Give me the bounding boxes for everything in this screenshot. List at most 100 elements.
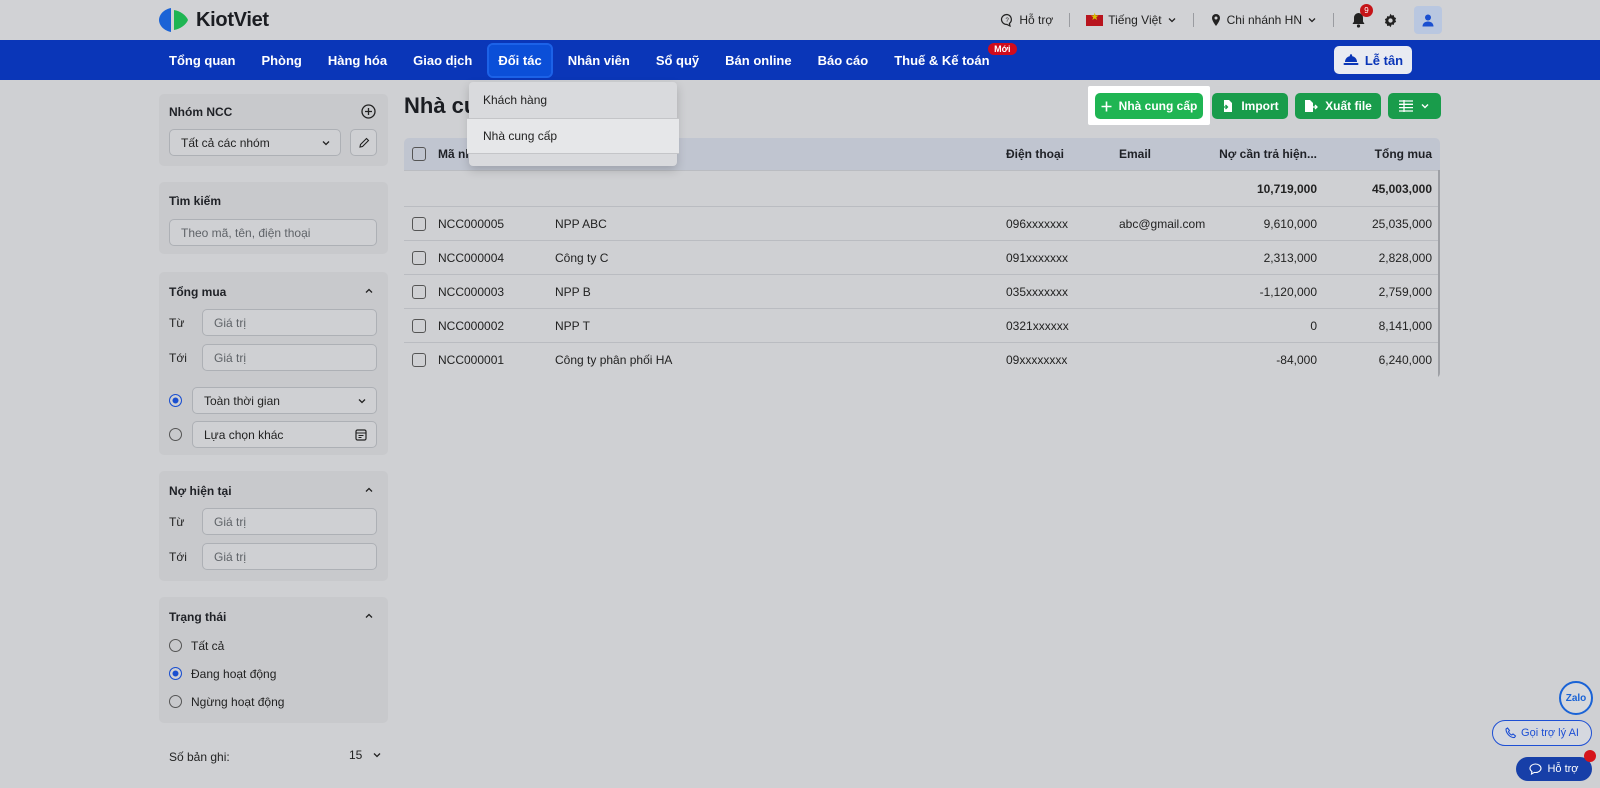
total-purchase-title: Tổng mua	[169, 285, 227, 299]
cell-debt: -84,000	[1276, 352, 1317, 367]
cell-phone: 09xxxxxxxx	[1006, 352, 1068, 367]
vietnam-flag-icon	[1086, 12, 1104, 26]
reception-button[interactable]: Lễ tân	[1334, 46, 1412, 74]
chevron-down-icon	[358, 399, 366, 404]
nav-phong[interactable]: Phòng	[248, 40, 314, 80]
cell-name: NPP T	[555, 318, 590, 333]
phone-call-icon	[1505, 727, 1517, 739]
table-row[interactable]: NCC000002 NPP T 0321xxxxxx 0 8,141,000	[404, 308, 1440, 342]
row-checkbox[interactable]	[412, 318, 426, 333]
ai-assistant-button[interactable]: Gọi trợ lý AI	[1492, 720, 1592, 746]
custom-range-field[interactable]: Lựa chọn khác	[192, 421, 377, 448]
cell-debt: -1,120,000	[1259, 284, 1317, 299]
cell-code: NCC000005	[438, 216, 505, 231]
status-all-radio[interactable]	[169, 639, 182, 652]
nav-ban-online[interactable]: Bán online	[712, 40, 804, 80]
location-pin-icon	[1211, 14, 1220, 26]
zalo-label: Zalo	[1565, 692, 1587, 704]
import-button[interactable]: Import	[1212, 93, 1288, 119]
table-row[interactable]: NCC000005 NPP ABC 096xxxxxxx abc@gmail.c…	[404, 206, 1440, 240]
help-chat-button[interactable]: Hỗ trợ	[1516, 757, 1592, 781]
chevron-up-icon[interactable]	[364, 485, 374, 495]
zalo-chat-button[interactable]: Zalo	[1559, 681, 1593, 715]
value-placeholder: Giá trị	[214, 549, 247, 564]
status-active-radio[interactable]	[169, 667, 182, 680]
row-checkbox[interactable]	[412, 216, 426, 231]
nav-giao-dich[interactable]: Giao dịch	[400, 40, 485, 80]
edit-group-button[interactable]	[350, 129, 377, 156]
select-all-checkbox[interactable]	[412, 147, 426, 161]
pencil-icon	[358, 137, 369, 148]
reception-label: Lễ tân	[1364, 52, 1404, 68]
nav-tong-quan[interactable]: Tổng quan	[156, 40, 248, 80]
cell-phone: 096xxxxxxx	[1006, 216, 1069, 231]
header-debt[interactable]: Nợ cần trả hiện...	[1184, 138, 1317, 170]
notification-button[interactable]: 9	[1348, 4, 1373, 30]
nav-nhan-vien[interactable]: Nhân viên	[555, 40, 643, 80]
nav-doi-tac[interactable]: Đối tác	[485, 40, 555, 80]
menu-item-suppliers[interactable]: Nhà cung cấp	[467, 118, 679, 154]
table-row[interactable]: NCC000004 Công ty C 091xxxxxxx 2,313,000…	[404, 240, 1440, 274]
column-options-button[interactable]	[1388, 93, 1441, 119]
add-supplier-button[interactable]: Nhà cung cấp	[1095, 93, 1203, 119]
cell-name: NPP B	[555, 284, 591, 299]
records-per-page-select[interactable]: 15	[349, 748, 382, 762]
nav-label: Giao dịch	[413, 52, 473, 68]
cell-phone: 091xxxxxxx	[1006, 250, 1069, 265]
branch-selector[interactable]: Chi nhánh HN	[1194, 13, 1334, 27]
header-email[interactable]: Email	[1119, 138, 1151, 170]
cell-debt: 9,610,000	[1263, 216, 1317, 231]
table-scrollbar[interactable]	[1438, 170, 1440, 378]
cell-name: Công ty phân phối HA	[555, 352, 673, 367]
row-checkbox[interactable]	[412, 352, 426, 367]
summary-row: 10,719,000 45,003,000	[404, 170, 1440, 206]
debt-from-input[interactable]: Giá trị	[202, 508, 377, 535]
status-title: Trạng thái	[169, 610, 227, 624]
nav-hang-hoa[interactable]: Hàng hóa	[315, 40, 400, 80]
gear-icon	[1384, 13, 1396, 27]
header-phone[interactable]: Điện thoại	[1006, 138, 1064, 170]
export-label: Xuất file	[1325, 99, 1372, 113]
custom-range-radio[interactable]	[169, 428, 182, 441]
menu-item-customers[interactable]: Khách hàng	[469, 82, 677, 118]
add-supplier-label: Nhà cung cấp	[1118, 99, 1198, 113]
chevron-down-icon	[1168, 18, 1176, 23]
table-row[interactable]: NCC000003 NPP B 035xxxxxxx -1,120,000 2,…	[404, 274, 1440, 308]
summary-debt: 10,719,000	[1256, 181, 1317, 196]
table-row[interactable]: NCC000001 Công ty phân phối HA 09xxxxxxx…	[404, 342, 1440, 376]
cell-total: 6,240,000	[1378, 352, 1432, 367]
total-purchase-from-input[interactable]: Giá trị	[202, 309, 377, 336]
search-input[interactable]: Theo mã, tên, điện thoại	[169, 219, 377, 246]
status-inactive-radio[interactable]	[169, 695, 182, 708]
nav-label: Thuế & Kế toán	[894, 52, 990, 68]
menu-item-label: Nhà cung cấp	[483, 129, 558, 143]
kiotviet-logo[interactable]: KiotViet	[158, 6, 269, 34]
total-purchase-panel: Tổng mua Từ Giá trị Tới Giá trị Toàn thờ…	[159, 272, 388, 455]
row-checkbox[interactable]	[412, 284, 426, 299]
time-range-select[interactable]: Toàn thời gian	[192, 387, 377, 414]
cell-total: 8,141,000	[1378, 318, 1432, 333]
chat-icon: ?	[1001, 13, 1013, 27]
support-link[interactable]: ? Hỗ trợ	[984, 13, 1071, 27]
user-avatar[interactable]	[1414, 6, 1442, 34]
nav-bao-cao[interactable]: Báo cáo	[805, 40, 882, 80]
support-label: Hỗ trợ	[1019, 13, 1054, 27]
nav-label: Nhân viên	[567, 52, 630, 68]
all-time-radio[interactable]	[169, 394, 182, 407]
debt-to-input[interactable]: Giá trị	[202, 543, 377, 570]
settings-button[interactable]	[1380, 10, 1400, 30]
status-inactive-label: Ngừng hoạt động	[191, 695, 285, 709]
help-notification-dot	[1584, 750, 1596, 762]
row-checkbox[interactable]	[412, 250, 426, 265]
header-total-purchase[interactable]: Tổng mua	[1317, 138, 1432, 170]
nav-thue-ke-toan[interactable]: Thuế & Kế toán Mới	[881, 40, 1017, 80]
import-label: Import	[1241, 99, 1279, 113]
chevron-up-icon[interactable]	[364, 286, 374, 296]
group-select[interactable]: Tất cả các nhóm	[169, 129, 341, 156]
export-button[interactable]: Xuất file	[1295, 93, 1381, 119]
add-circle-icon[interactable]	[361, 104, 376, 119]
total-purchase-to-input[interactable]: Giá trị	[202, 344, 377, 371]
language-selector[interactable]: Tiếng Việt	[1070, 12, 1194, 27]
chevron-up-icon[interactable]	[364, 611, 374, 621]
nav-so-quy[interactable]: Sổ quỹ	[643, 40, 712, 80]
